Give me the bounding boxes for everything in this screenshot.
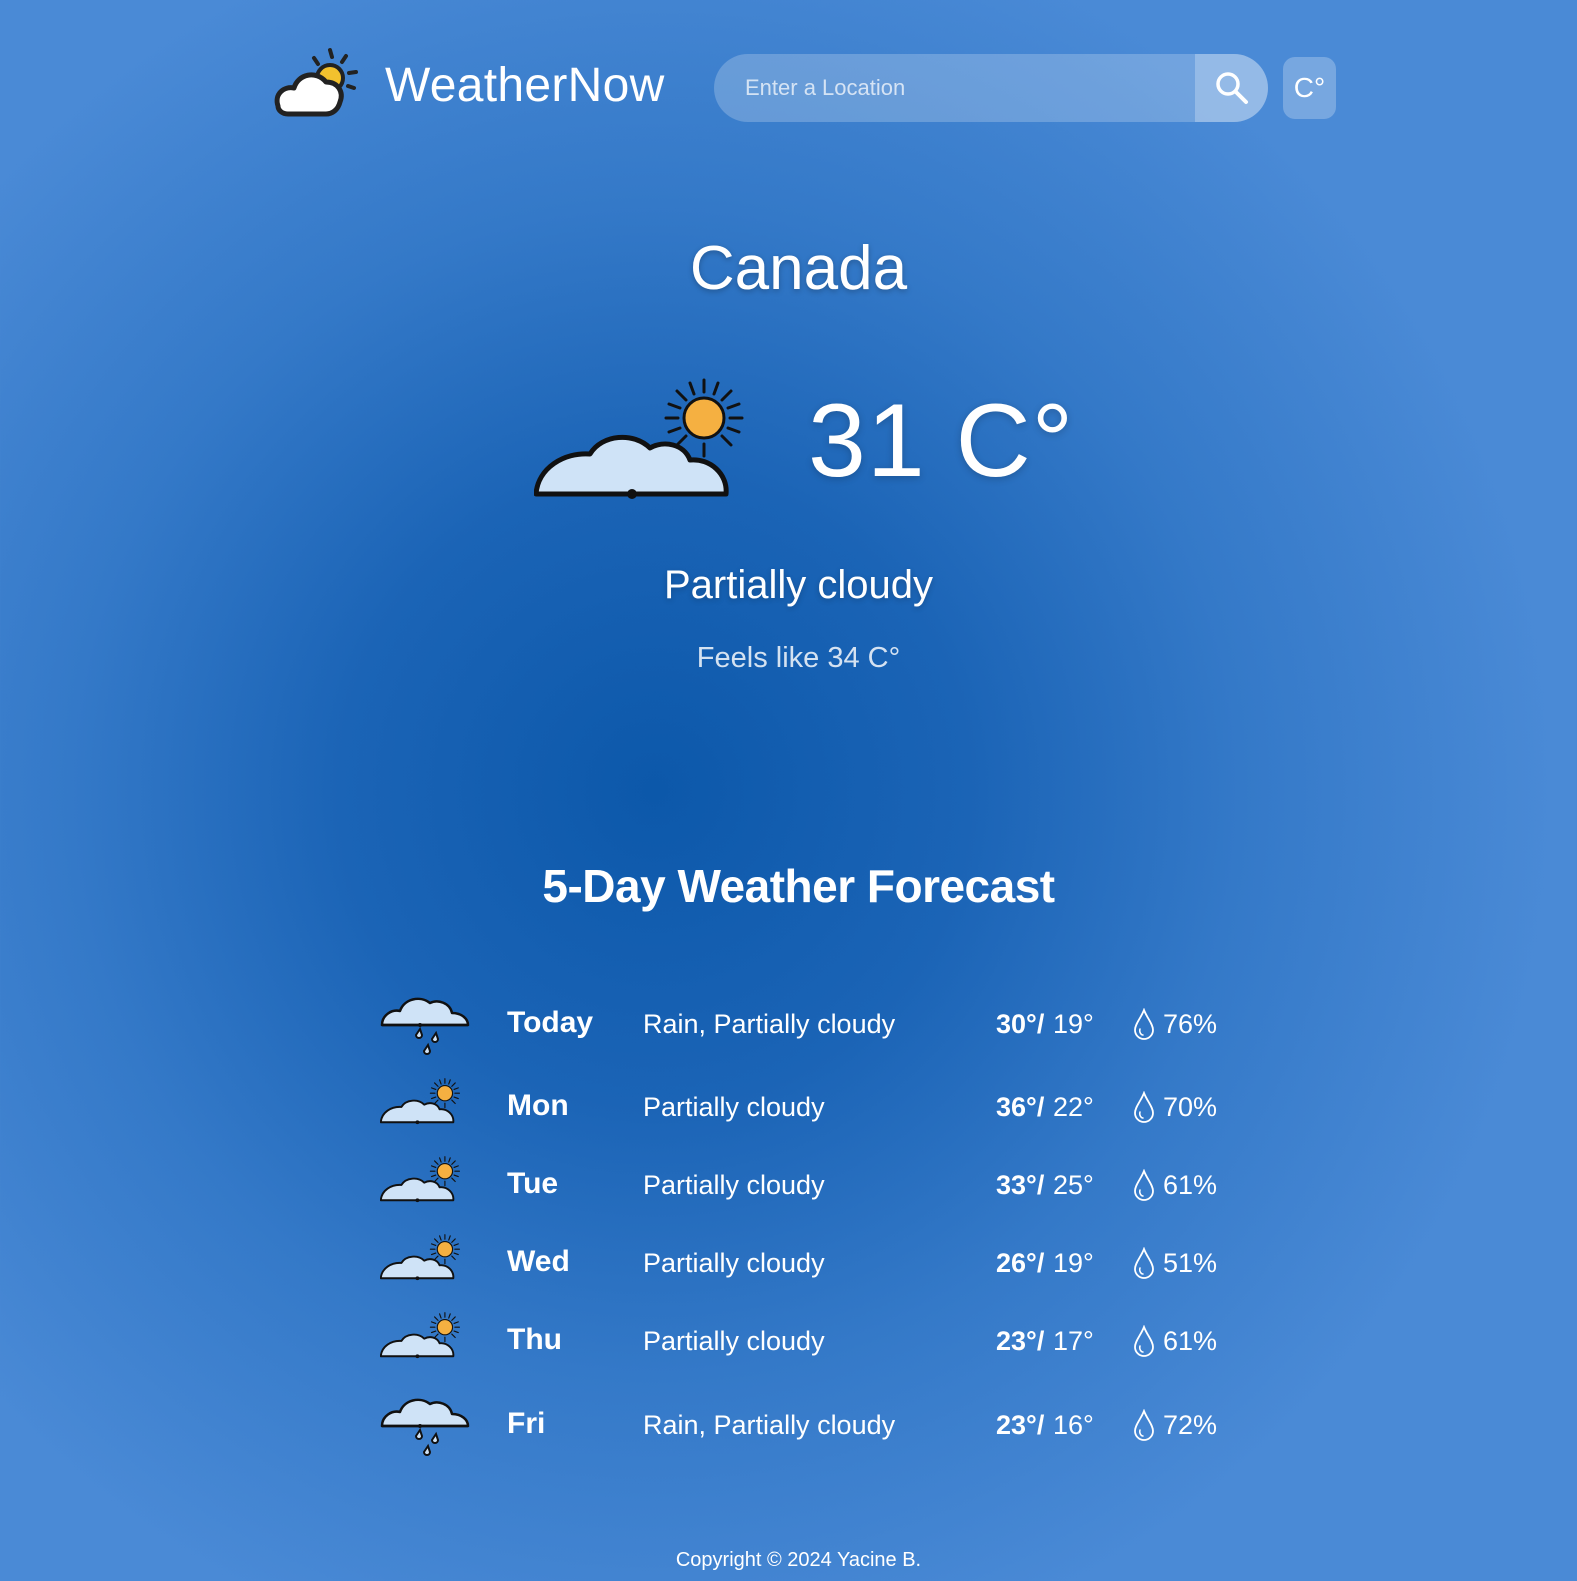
forecast-row: Thu Partially cloudy 23°/ 17° 61% [0, 1308, 1577, 1378]
forecast-day: Fri [507, 1407, 546, 1440]
forecast-low: 19° [1053, 1248, 1094, 1278]
forecast-row: Tue Partially cloudy 33°/ 25° 61% [0, 1152, 1577, 1222]
partly-cloudy-icon [380, 1232, 470, 1298]
partly-cloudy-icon [380, 1310, 470, 1376]
forecast-day: Thu [507, 1323, 562, 1356]
forecast-condition: Partially cloudy [643, 1248, 825, 1278]
droplet-icon [1133, 1247, 1155, 1279]
forecast-row: Today Rain, Partially cloudy 30°/ 19° 76… [0, 991, 1577, 1061]
search-input[interactable] [714, 54, 1194, 122]
copyright-text: Copyright © 2024 Yacine B. [675, 1549, 922, 1571]
droplet-icon [1133, 1169, 1155, 1201]
forecast-high: 23°/ [996, 1326, 1045, 1356]
rain-cloud-icon [380, 991, 470, 1057]
search-icon [1215, 72, 1248, 104]
forecast-precip: 61% [1163, 1326, 1218, 1356]
forecast-precip: 76% [1163, 1009, 1218, 1039]
forecast-day: Mon [507, 1089, 569, 1122]
forecast-day: Tue [507, 1167, 559, 1200]
forecast-condition: Partially cloudy [643, 1092, 825, 1122]
forecast-condition: Partially cloudy [643, 1170, 825, 1200]
forecast-condition: Rain, Partially cloudy [643, 1009, 896, 1039]
forecast-row: Wed Partially cloudy 26°/ 19° 51% [0, 1230, 1577, 1300]
forecast-condition: Rain, Partially cloudy [643, 1410, 896, 1440]
partly-cloudy-icon [380, 1154, 470, 1220]
app-title: WeatherNow [385, 59, 665, 112]
forecast-row: Fri Rain, Partially cloudy 23°/ 16° 72% [0, 1392, 1577, 1462]
forecast-low: 22° [1053, 1092, 1094, 1122]
forecast-high: 23°/ [996, 1410, 1045, 1440]
droplet-icon [1133, 1008, 1155, 1040]
forecast-low: 16° [1053, 1410, 1094, 1440]
search-button[interactable] [1195, 54, 1268, 122]
forecast-high: 26°/ [996, 1248, 1045, 1278]
location-name: Canada [689, 234, 908, 303]
droplet-icon [1133, 1409, 1155, 1441]
forecast-title: 5-Day Weather Forecast [542, 860, 1055, 912]
partly-cloudy-icon [534, 378, 754, 504]
current-condition: Partially cloudy [663, 563, 933, 607]
current-temperature: 31 C° [808, 383, 1075, 499]
forecast-high: 36°/ [996, 1092, 1045, 1122]
sun-behind-cloud-icon [272, 46, 362, 120]
search-bar [714, 54, 1268, 122]
forecast-day: Wed [507, 1245, 570, 1278]
forecast-low: 19° [1053, 1009, 1094, 1039]
feels-like: Feels like 34 C° [696, 642, 901, 674]
forecast-high: 33°/ [996, 1170, 1045, 1200]
droplet-icon [1133, 1091, 1155, 1123]
unit-toggle-button[interactable]: C° [1283, 57, 1336, 119]
partly-cloudy-icon [380, 1076, 470, 1142]
forecast-precip: 72% [1163, 1410, 1218, 1440]
forecast-precip: 51% [1163, 1248, 1218, 1278]
forecast-condition: Partially cloudy [643, 1326, 825, 1356]
forecast-precip: 70% [1163, 1092, 1218, 1122]
rain-cloud-icon [380, 1392, 470, 1458]
forecast-low: 17° [1053, 1326, 1094, 1356]
forecast-precip: 61% [1163, 1170, 1218, 1200]
forecast-high: 30°/ [996, 1009, 1045, 1039]
forecast-day: Today [507, 1006, 594, 1039]
droplet-icon [1133, 1325, 1155, 1357]
forecast-row: Mon Partially cloudy 36°/ 22° 70% [0, 1074, 1577, 1144]
forecast-low: 25° [1053, 1170, 1094, 1200]
